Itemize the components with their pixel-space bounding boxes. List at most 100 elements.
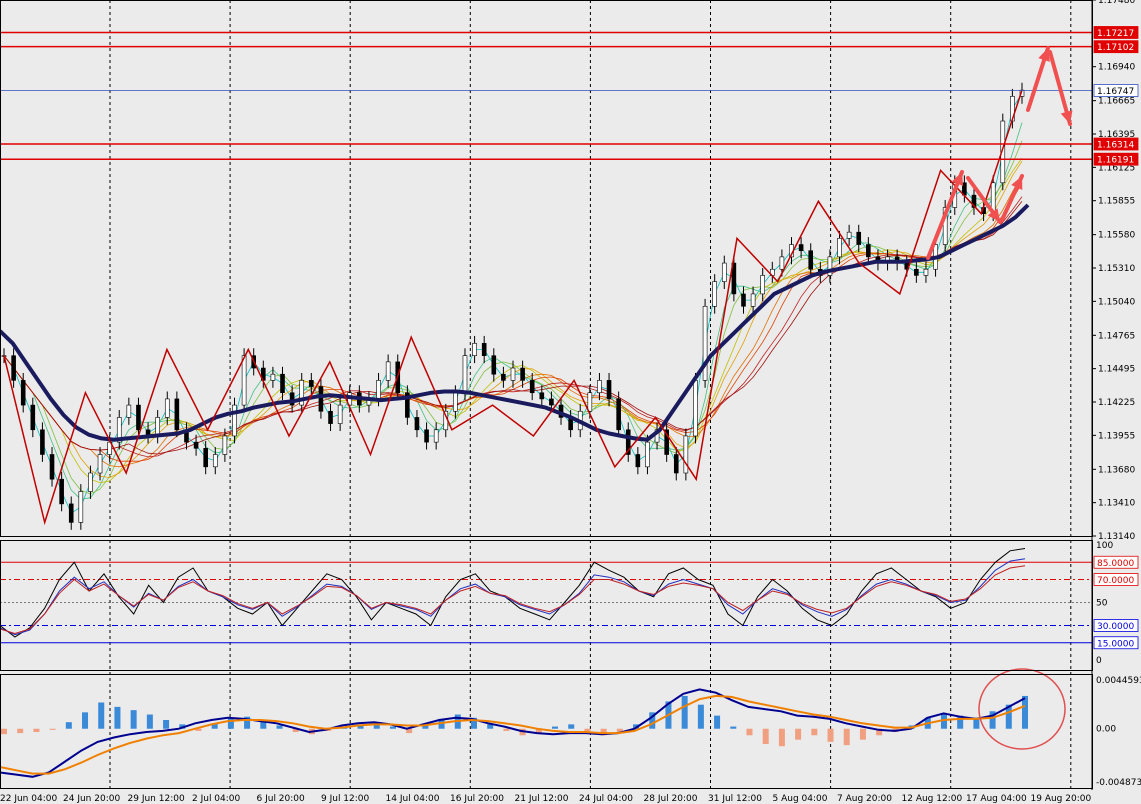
candle-body: [587, 392, 593, 412]
macd-histogram-bar: [827, 728, 834, 742]
candle-body: [222, 435, 228, 455]
candle-body: [97, 454, 103, 474]
candle-body: [750, 293, 756, 307]
time-label: 6 Jul 20:00: [257, 794, 306, 804]
price-tick-label: 1.15580: [1098, 231, 1135, 241]
macd-histogram-bar: [146, 714, 153, 729]
time-label: 28 Jul 20:00: [644, 794, 698, 804]
price-tick-label: 1.16940: [1098, 63, 1135, 73]
macd-histogram-bar: [163, 719, 170, 729]
candle-body: [712, 281, 717, 307]
candle-body: [741, 293, 746, 307]
time-axis: 22 Jun 04:00 24 Jun 20:00 29 Jun 12:00 2 Ju…: [0, 794, 1091, 804]
candle-body: [414, 417, 420, 431]
macd-histogram-bar: [552, 726, 559, 729]
macd-histogram-bar: [98, 702, 105, 729]
macd-histogram-bar: [778, 728, 785, 747]
candle-body: [164, 398, 170, 418]
candle-body: [539, 392, 545, 400]
macd-histogram-bar: [859, 728, 866, 740]
time-label: 22 Jun 04:00: [0, 794, 57, 804]
candle-body: [549, 398, 554, 406]
candle-body: [270, 373, 276, 381]
price-tick-label: 1.15310: [1098, 264, 1135, 274]
candle-body: [472, 343, 477, 356]
macd-histogram-bar: [276, 725, 283, 729]
candle-body: [385, 361, 391, 381]
candle-body: [241, 355, 247, 406]
price-tick-label: 1.15040: [1098, 297, 1135, 307]
time-label: 5 Aug 04:00: [773, 794, 828, 804]
macd-histogram-bar: [762, 728, 769, 745]
candle-body: [232, 404, 237, 437]
macd-histogram-bar: [730, 726, 737, 729]
candle-body: [68, 503, 74, 523]
macd-histogram-bar: [1022, 695, 1028, 729]
price-tick-label: 1.13410: [1098, 499, 1135, 509]
macd-histogram-bar: [568, 724, 575, 729]
candle-body: [529, 380, 535, 394]
candle-body: [760, 275, 765, 295]
oscillator-level-tag-label: 70.0000: [1097, 576, 1134, 586]
candle-body: [606, 380, 612, 400]
candle-body: [866, 244, 871, 258]
price-tick-label: 1.15855: [1098, 197, 1135, 207]
trading-chart[interactable]: 1.174801.169401.166651.163951.161251.158…: [0, 0, 1141, 804]
price-tick-label: 1.14225: [1098, 398, 1135, 408]
macd-histogram-bar: [843, 728, 850, 746]
oscillator-level-tag-label: 15.0000: [1097, 639, 1134, 649]
time-label: 2 Jul 04:00: [192, 794, 241, 804]
candle-body: [30, 404, 36, 431]
candle-body: [328, 410, 333, 424]
oscillator-tick-label: 0: [1096, 656, 1102, 666]
time-label: 24 Jul 04:00: [579, 794, 633, 804]
price-level-tag-label: 1.17102: [1097, 43, 1134, 53]
macd-histogram-bar: [130, 710, 137, 729]
price-tick-label: 1.13680: [1098, 465, 1135, 475]
oscillator-tick-label: 100: [1096, 541, 1113, 551]
candle-body: [309, 380, 314, 387]
candle-body: [59, 478, 64, 505]
candle-body: [337, 404, 343, 424]
macd-histogram-bar: [49, 728, 56, 730]
candle-body: [693, 380, 698, 437]
candle-body: [510, 367, 516, 381]
candle-body: [597, 380, 602, 394]
macd-histogram-bar: [65, 722, 72, 729]
candle-body: [635, 454, 641, 468]
macd-tick-label: 0.0044593: [1096, 676, 1141, 686]
candle-body: [837, 238, 842, 258]
time-label: 12 Aug 12:00: [902, 794, 963, 804]
oscillator-tick-label: 50: [1096, 599, 1108, 609]
candle-body: [126, 404, 132, 418]
candle-body: [462, 355, 468, 394]
candle-body: [683, 435, 689, 474]
candle-body: [433, 429, 439, 443]
price-level-tag-label: 1.16314: [1097, 141, 1134, 151]
price-tick-label: 1.16665: [1098, 97, 1135, 107]
oscillator-level-tag-label: 30.0000: [1097, 622, 1134, 632]
candle-body: [203, 448, 208, 468]
macd-histogram-bar: [17, 728, 24, 734]
price-tick-label: 1.17480: [1098, 0, 1135, 6]
oscillator-level-tag-label: 85.0000: [1097, 559, 1134, 569]
time-label: 7 Aug 20:00: [837, 794, 892, 804]
candle-body: [846, 231, 852, 239]
candle-body: [520, 367, 525, 381]
macd-histogram-bar: [746, 728, 753, 736]
candle-body: [280, 373, 285, 394]
candle-body: [49, 454, 55, 480]
candle-body: [174, 398, 180, 431]
macd-tick-label: -0.004873: [1096, 778, 1141, 788]
candle-body: [616, 398, 621, 431]
candle-body: [808, 250, 814, 270]
macd-histogram-bar: [795, 728, 802, 740]
time-label: 21 Jul 12:00: [515, 794, 569, 804]
chart-background: [0, 0, 1141, 804]
macd-histogram-bar: [811, 728, 818, 736]
candle-body: [914, 268, 919, 276]
price-tick-label: 1.14765: [1098, 331, 1135, 341]
candle-body: [212, 454, 218, 468]
price-tick-label: 1.14495: [1098, 365, 1135, 375]
candle-body: [453, 392, 458, 412]
